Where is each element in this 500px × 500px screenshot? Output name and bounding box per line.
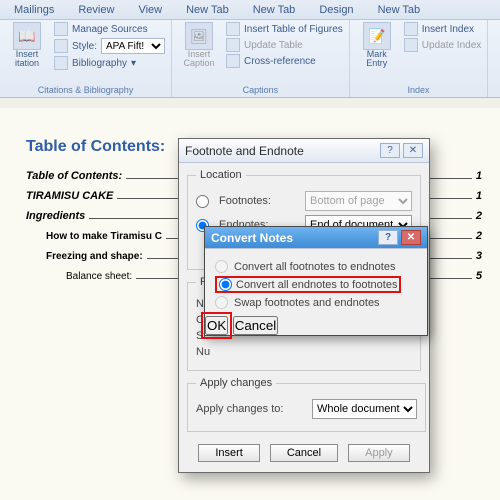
toc-page: 1 bbox=[476, 190, 482, 202]
group-label: Citations & Bibliography bbox=[6, 85, 165, 97]
tab-mailings[interactable]: Mailings bbox=[2, 2, 66, 18]
tab-design[interactable]: Design bbox=[307, 2, 365, 18]
opt-foot-to-end: Convert all footnotes to endnotes bbox=[215, 260, 417, 273]
toc-page: 1 bbox=[476, 170, 482, 182]
toc-page: 2 bbox=[476, 230, 482, 242]
dialog-title: Footnote and Endnote bbox=[185, 144, 377, 158]
tab-view[interactable]: View bbox=[126, 2, 174, 18]
insert-caption-button[interactable]: 🖼 Insert Caption bbox=[178, 22, 220, 69]
convert-notes-dialog: Convert Notes ? ✕ Convert all footnotes … bbox=[204, 226, 428, 336]
update-icon bbox=[404, 38, 418, 52]
sources-icon bbox=[54, 22, 68, 36]
dialog-titlebar[interactable]: Footnote and Endnote ? ✕ bbox=[179, 139, 429, 163]
group-label: Captions bbox=[178, 85, 343, 97]
insert-citation-button[interactable]: 📖 Insert itation bbox=[6, 22, 48, 70]
mark-entry-icon: 📝 bbox=[363, 22, 391, 50]
insert-button[interactable]: Insert bbox=[198, 444, 260, 462]
toc-item: Balance sheet: bbox=[26, 271, 132, 282]
help-icon[interactable]: ? bbox=[378, 230, 398, 245]
opt-end-to-foot: Convert all endnotes to footnotes bbox=[215, 276, 417, 293]
group-index: 📝 Mark Entry Insert Index Update Index I… bbox=[350, 20, 489, 97]
opt1-radio[interactable] bbox=[215, 260, 228, 273]
toc-item: Freezing and shape: bbox=[26, 251, 143, 262]
close-icon[interactable]: ✕ bbox=[403, 143, 423, 158]
close-icon[interactable]: ✕ bbox=[401, 230, 421, 245]
book-icon: 📖 bbox=[13, 22, 41, 50]
apply-group: Apply changes Apply changes to: Whole do… bbox=[187, 377, 426, 432]
manage-sources-button[interactable]: Manage Sources bbox=[54, 22, 165, 36]
toc-item: Table of Contents: bbox=[26, 170, 122, 182]
toc-page: 2 bbox=[476, 210, 482, 222]
tab-new3[interactable]: New Tab bbox=[366, 2, 433, 18]
style-select-row: Style: APA Fift! bbox=[54, 38, 165, 54]
mark-entry-button[interactable]: 📝 Mark Entry bbox=[356, 22, 398, 69]
style-icon bbox=[54, 39, 68, 53]
apply-legend: Apply changes bbox=[196, 377, 276, 389]
ok-button[interactable]: OK bbox=[205, 316, 228, 335]
group-citations: 📖 Insert itation Manage Sources Style: A… bbox=[0, 20, 172, 97]
apply-button[interactable]: Apply bbox=[348, 444, 410, 462]
update-index-button[interactable]: Update Index bbox=[404, 38, 482, 52]
bibliography-icon bbox=[54, 56, 68, 70]
tab-review[interactable]: Review bbox=[66, 2, 126, 18]
tab-new1[interactable]: New Tab bbox=[174, 2, 241, 18]
ribbon-tabs: Mailings Review View New Tab New Tab Des… bbox=[0, 0, 500, 20]
bibliography-button[interactable]: Bibliography ▾ bbox=[54, 56, 165, 70]
cancel-button[interactable]: Cancel bbox=[270, 444, 338, 462]
group-label: Table of Authori bbox=[494, 85, 500, 97]
footnotes-radio[interactable] bbox=[196, 195, 209, 208]
tab-new2[interactable]: New Tab bbox=[241, 2, 308, 18]
style-select[interactable]: APA Fift! bbox=[101, 38, 165, 54]
opt-swap: Swap footnotes and endnotes bbox=[215, 296, 417, 309]
toc-item: How to make Tiramisu C bbox=[26, 231, 162, 242]
insert-tof-button[interactable]: Insert Table of Figures bbox=[226, 22, 343, 36]
tof-icon bbox=[226, 22, 240, 36]
update-table-button[interactable]: Update Table bbox=[226, 38, 343, 52]
footnotes-label: Footnotes: bbox=[219, 195, 299, 207]
toc-page: 3 bbox=[476, 250, 482, 262]
opt3-radio[interactable] bbox=[215, 296, 228, 309]
toc-page: 5 bbox=[476, 270, 482, 282]
footnotes-select[interactable]: Bottom of page bbox=[305, 191, 412, 211]
caption-icon: 🖼 bbox=[185, 22, 213, 50]
dialog-title: Convert Notes bbox=[211, 231, 375, 245]
apply-to-select[interactable]: Whole document bbox=[312, 399, 417, 419]
group-label: Index bbox=[356, 85, 482, 97]
apply-to-label: Apply changes to: bbox=[196, 403, 306, 415]
cancel-button[interactable]: Cancel bbox=[233, 316, 279, 335]
group-captions: 🖼 Insert Caption Insert Table of Figures… bbox=[172, 20, 350, 97]
location-legend: Location bbox=[196, 169, 246, 181]
update-icon bbox=[226, 38, 240, 52]
insert-index-button[interactable]: Insert Index bbox=[404, 22, 482, 36]
cross-reference-button[interactable]: Cross-reference bbox=[226, 54, 343, 68]
opt2-radio[interactable] bbox=[219, 278, 232, 291]
index-icon bbox=[404, 22, 418, 36]
ribbon: 📖 Insert itation Manage Sources Style: A… bbox=[0, 20, 500, 98]
dialog-titlebar[interactable]: Convert Notes ? ✕ bbox=[205, 227, 427, 249]
toc-item: Ingredients bbox=[26, 210, 85, 222]
mark-citation-button[interactable]: ⚖ Mark Citation bbox=[494, 22, 500, 69]
help-icon[interactable]: ? bbox=[380, 143, 400, 158]
group-toa: ⚖ Mark Citation Insert Table Update Tabl… bbox=[488, 20, 500, 97]
xref-icon bbox=[226, 54, 240, 68]
toc-item: TIRAMISU CAKE bbox=[26, 190, 113, 202]
